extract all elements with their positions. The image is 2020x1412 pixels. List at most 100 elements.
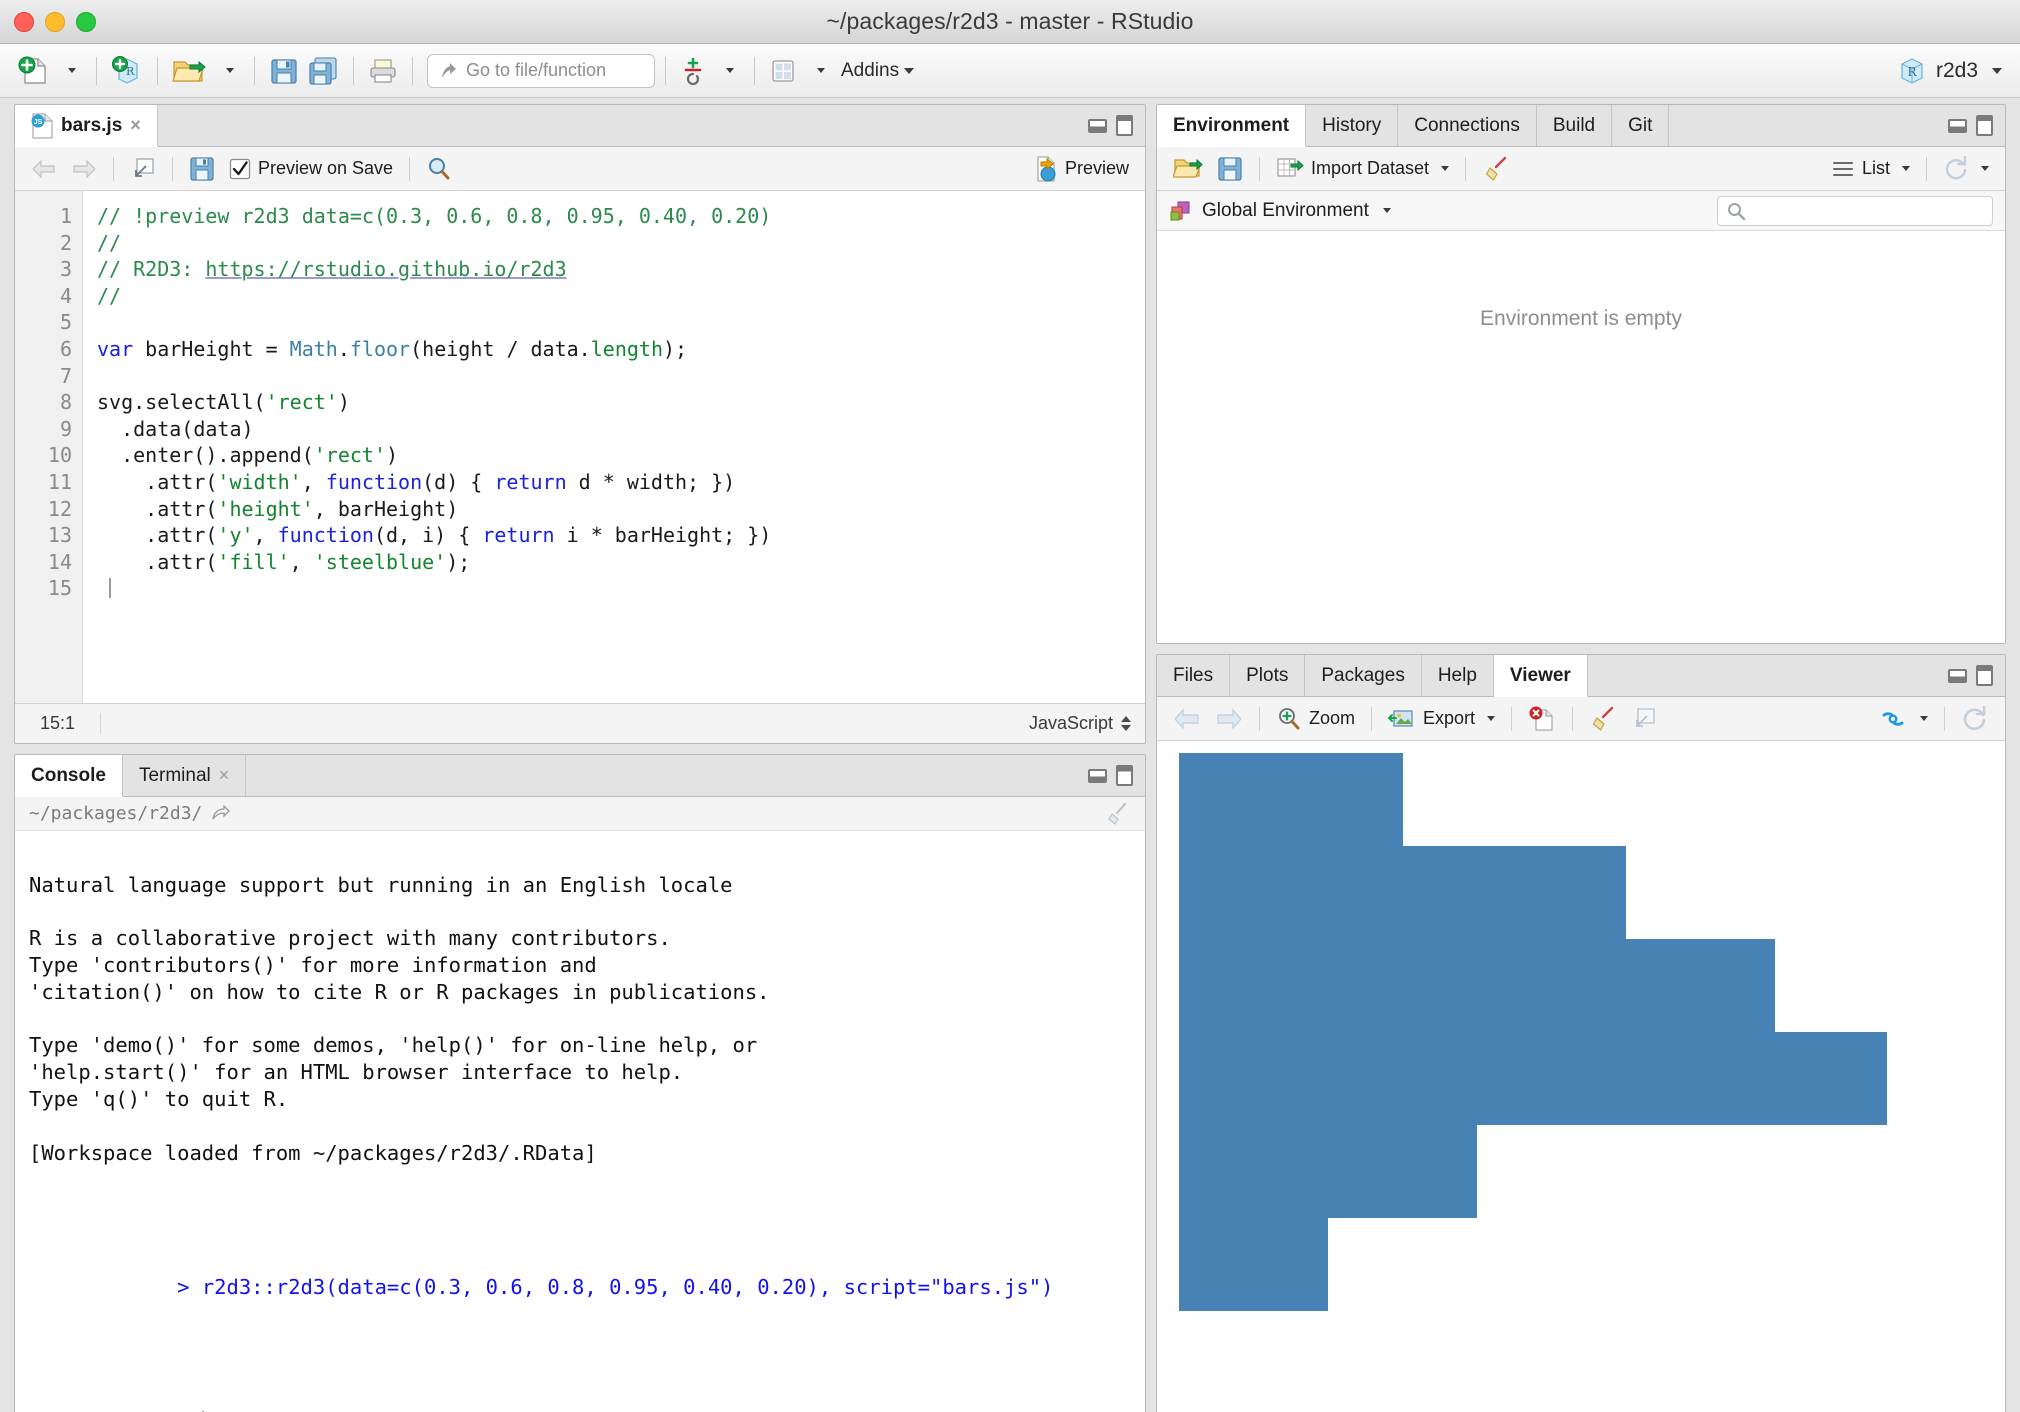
open-file-button[interactable] bbox=[168, 51, 210, 91]
minimize-pane-icon[interactable] bbox=[1948, 669, 1967, 683]
editor-body[interactable]: 123456789101112131415 // !preview r2d3 d… bbox=[15, 191, 1145, 703]
tab-build[interactable]: Build bbox=[1537, 105, 1612, 146]
tab-console[interactable]: Console bbox=[15, 755, 123, 797]
clear-console-button[interactable] bbox=[1103, 802, 1131, 826]
editor-code[interactable]: // !preview r2d3 data=c(0.3, 0.6, 0.8, 0… bbox=[83, 191, 1145, 703]
viewer-remove-button[interactable] bbox=[1522, 702, 1562, 736]
preview-button[interactable]: Preview bbox=[1022, 152, 1135, 186]
addins-button[interactable]: Addins bbox=[841, 60, 914, 82]
environment-view-mode-button[interactable]: List bbox=[1825, 155, 1916, 183]
project-selector[interactable]: R r2d3 bbox=[1897, 56, 2006, 86]
viewer-zoom-button[interactable]: Zoom bbox=[1270, 703, 1361, 735]
global-environment-selector[interactable]: Global Environment bbox=[1169, 199, 1391, 223]
new-project-button[interactable]: R bbox=[107, 51, 147, 91]
open-in-new-window-icon[interactable] bbox=[210, 805, 230, 823]
maximize-pane-icon[interactable] bbox=[1976, 665, 1993, 686]
new-file-button[interactable] bbox=[14, 51, 52, 91]
viewer-forward-button[interactable] bbox=[1209, 704, 1249, 734]
viewer-popout-button[interactable] bbox=[1625, 703, 1663, 735]
save-workspace-button[interactable] bbox=[1211, 153, 1249, 185]
editor-tab-bars-js[interactable]: JS bars.js × bbox=[15, 105, 158, 147]
editor-save-button[interactable] bbox=[183, 153, 221, 185]
search-icon bbox=[1726, 201, 1746, 221]
console-output[interactable]: Natural language support but running in … bbox=[15, 831, 1145, 1412]
right-column: Environment History Connections Build Gi… bbox=[1150, 98, 2020, 1412]
maximize-pane-icon[interactable] bbox=[1116, 765, 1133, 786]
console-path-label: ~/packages/r2d3/ bbox=[29, 803, 202, 824]
d3-bar-chart bbox=[1179, 753, 1924, 1313]
minimize-pane-icon[interactable] bbox=[1088, 119, 1107, 133]
line-number: 11 bbox=[15, 469, 72, 496]
tab-terminal-label: Terminal bbox=[139, 765, 211, 787]
save-all-button[interactable] bbox=[303, 51, 343, 91]
console-working-directory: ~/packages/r2d3/ bbox=[15, 797, 1145, 831]
open-file-dropdown[interactable] bbox=[210, 51, 244, 91]
preview-label: Preview bbox=[1065, 158, 1129, 179]
editor-find-button[interactable] bbox=[420, 153, 458, 185]
open-in-new-window-icon bbox=[1631, 706, 1657, 732]
preview-on-save-checkbox[interactable]: Preview on Save bbox=[223, 155, 399, 183]
viewer-scrollbar[interactable] bbox=[1994, 743, 2003, 1412]
tab-help[interactable]: Help bbox=[1422, 655, 1494, 696]
editor-forward-button[interactable] bbox=[65, 155, 103, 183]
tab-files[interactable]: Files bbox=[1157, 655, 1230, 696]
toolbar-divider bbox=[172, 157, 173, 181]
viewer-refresh-button[interactable] bbox=[1955, 702, 1995, 736]
workspace-panes-dropdown[interactable] bbox=[801, 51, 835, 91]
console-pane: Console Terminal × ~/packages/r2d3/ bbox=[14, 754, 1146, 1412]
environment-empty-message: Environment is empty bbox=[1157, 231, 2005, 643]
viewer-window-controls bbox=[1936, 655, 2005, 696]
tab-environment[interactable]: Environment bbox=[1157, 105, 1306, 147]
environment-pane: Environment History Connections Build Gi… bbox=[1156, 104, 2006, 644]
workspace-panes-button[interactable] bbox=[765, 51, 801, 91]
tab-viewer[interactable]: Viewer bbox=[1494, 655, 1588, 697]
editor-popout-button[interactable] bbox=[124, 153, 162, 185]
viewer-export-button[interactable]: Export bbox=[1382, 703, 1501, 735]
maximize-pane-icon[interactable] bbox=[1116, 115, 1133, 136]
maximize-pane-icon[interactable] bbox=[1976, 115, 1993, 136]
tab-history[interactable]: History bbox=[1306, 105, 1398, 146]
editor-tab-label: bars.js bbox=[61, 115, 122, 137]
tab-connections[interactable]: Connections bbox=[1398, 105, 1537, 146]
console-input-line[interactable]: > bbox=[29, 1381, 1131, 1412]
import-dataset-button[interactable]: Import Dataset bbox=[1270, 153, 1455, 185]
cursor-position: 15:1 bbox=[15, 713, 101, 734]
viewer-back-button[interactable] bbox=[1167, 704, 1207, 734]
environment-refresh-button[interactable] bbox=[1937, 153, 1995, 185]
minimize-pane-icon[interactable] bbox=[1948, 119, 1967, 133]
viewer-clear-all-button[interactable] bbox=[1583, 703, 1623, 735]
tab-build-label: Build bbox=[1553, 115, 1595, 137]
addins-label: Addins bbox=[841, 60, 899, 82]
viewer-content[interactable] bbox=[1157, 741, 2005, 1412]
bar-5 bbox=[1179, 1125, 1477, 1218]
editor-back-button[interactable] bbox=[25, 155, 63, 183]
save-icon bbox=[1217, 156, 1243, 182]
tab-packages[interactable]: Packages bbox=[1305, 655, 1421, 696]
zoom-in-icon bbox=[1276, 706, 1302, 732]
toolbar-divider bbox=[96, 57, 97, 85]
viewer-header-spacer bbox=[1588, 655, 1936, 696]
toolbar-divider bbox=[254, 57, 255, 85]
new-file-dropdown[interactable] bbox=[52, 51, 86, 91]
version-control-button[interactable] bbox=[676, 51, 710, 91]
tab-git[interactable]: Git bbox=[1612, 105, 1669, 146]
tab-environment-label: Environment bbox=[1173, 115, 1289, 137]
language-selector[interactable]: JavaScript bbox=[1015, 713, 1145, 734]
load-workspace-button[interactable] bbox=[1167, 153, 1209, 185]
broom-icon bbox=[1482, 156, 1510, 182]
console-pane-header: Console Terminal × bbox=[15, 755, 1145, 797]
tab-terminal-close-icon[interactable]: × bbox=[219, 765, 230, 786]
tab-plots[interactable]: Plots bbox=[1230, 655, 1305, 696]
viewer-publish-button[interactable] bbox=[1872, 703, 1934, 735]
broom-icon bbox=[1589, 706, 1617, 732]
print-button[interactable] bbox=[364, 51, 402, 91]
clear-environment-button[interactable] bbox=[1476, 153, 1516, 185]
toolbar-divider bbox=[1259, 157, 1260, 181]
goto-file-function-input[interactable]: Go to file/function bbox=[427, 54, 655, 88]
minimize-pane-icon[interactable] bbox=[1088, 769, 1107, 783]
save-button[interactable] bbox=[265, 51, 303, 91]
tab-terminal[interactable]: Terminal × bbox=[123, 755, 246, 796]
editor-tab-close-icon[interactable]: × bbox=[130, 115, 141, 136]
version-control-dropdown[interactable] bbox=[710, 51, 744, 91]
environment-search-input[interactable] bbox=[1717, 196, 1993, 226]
